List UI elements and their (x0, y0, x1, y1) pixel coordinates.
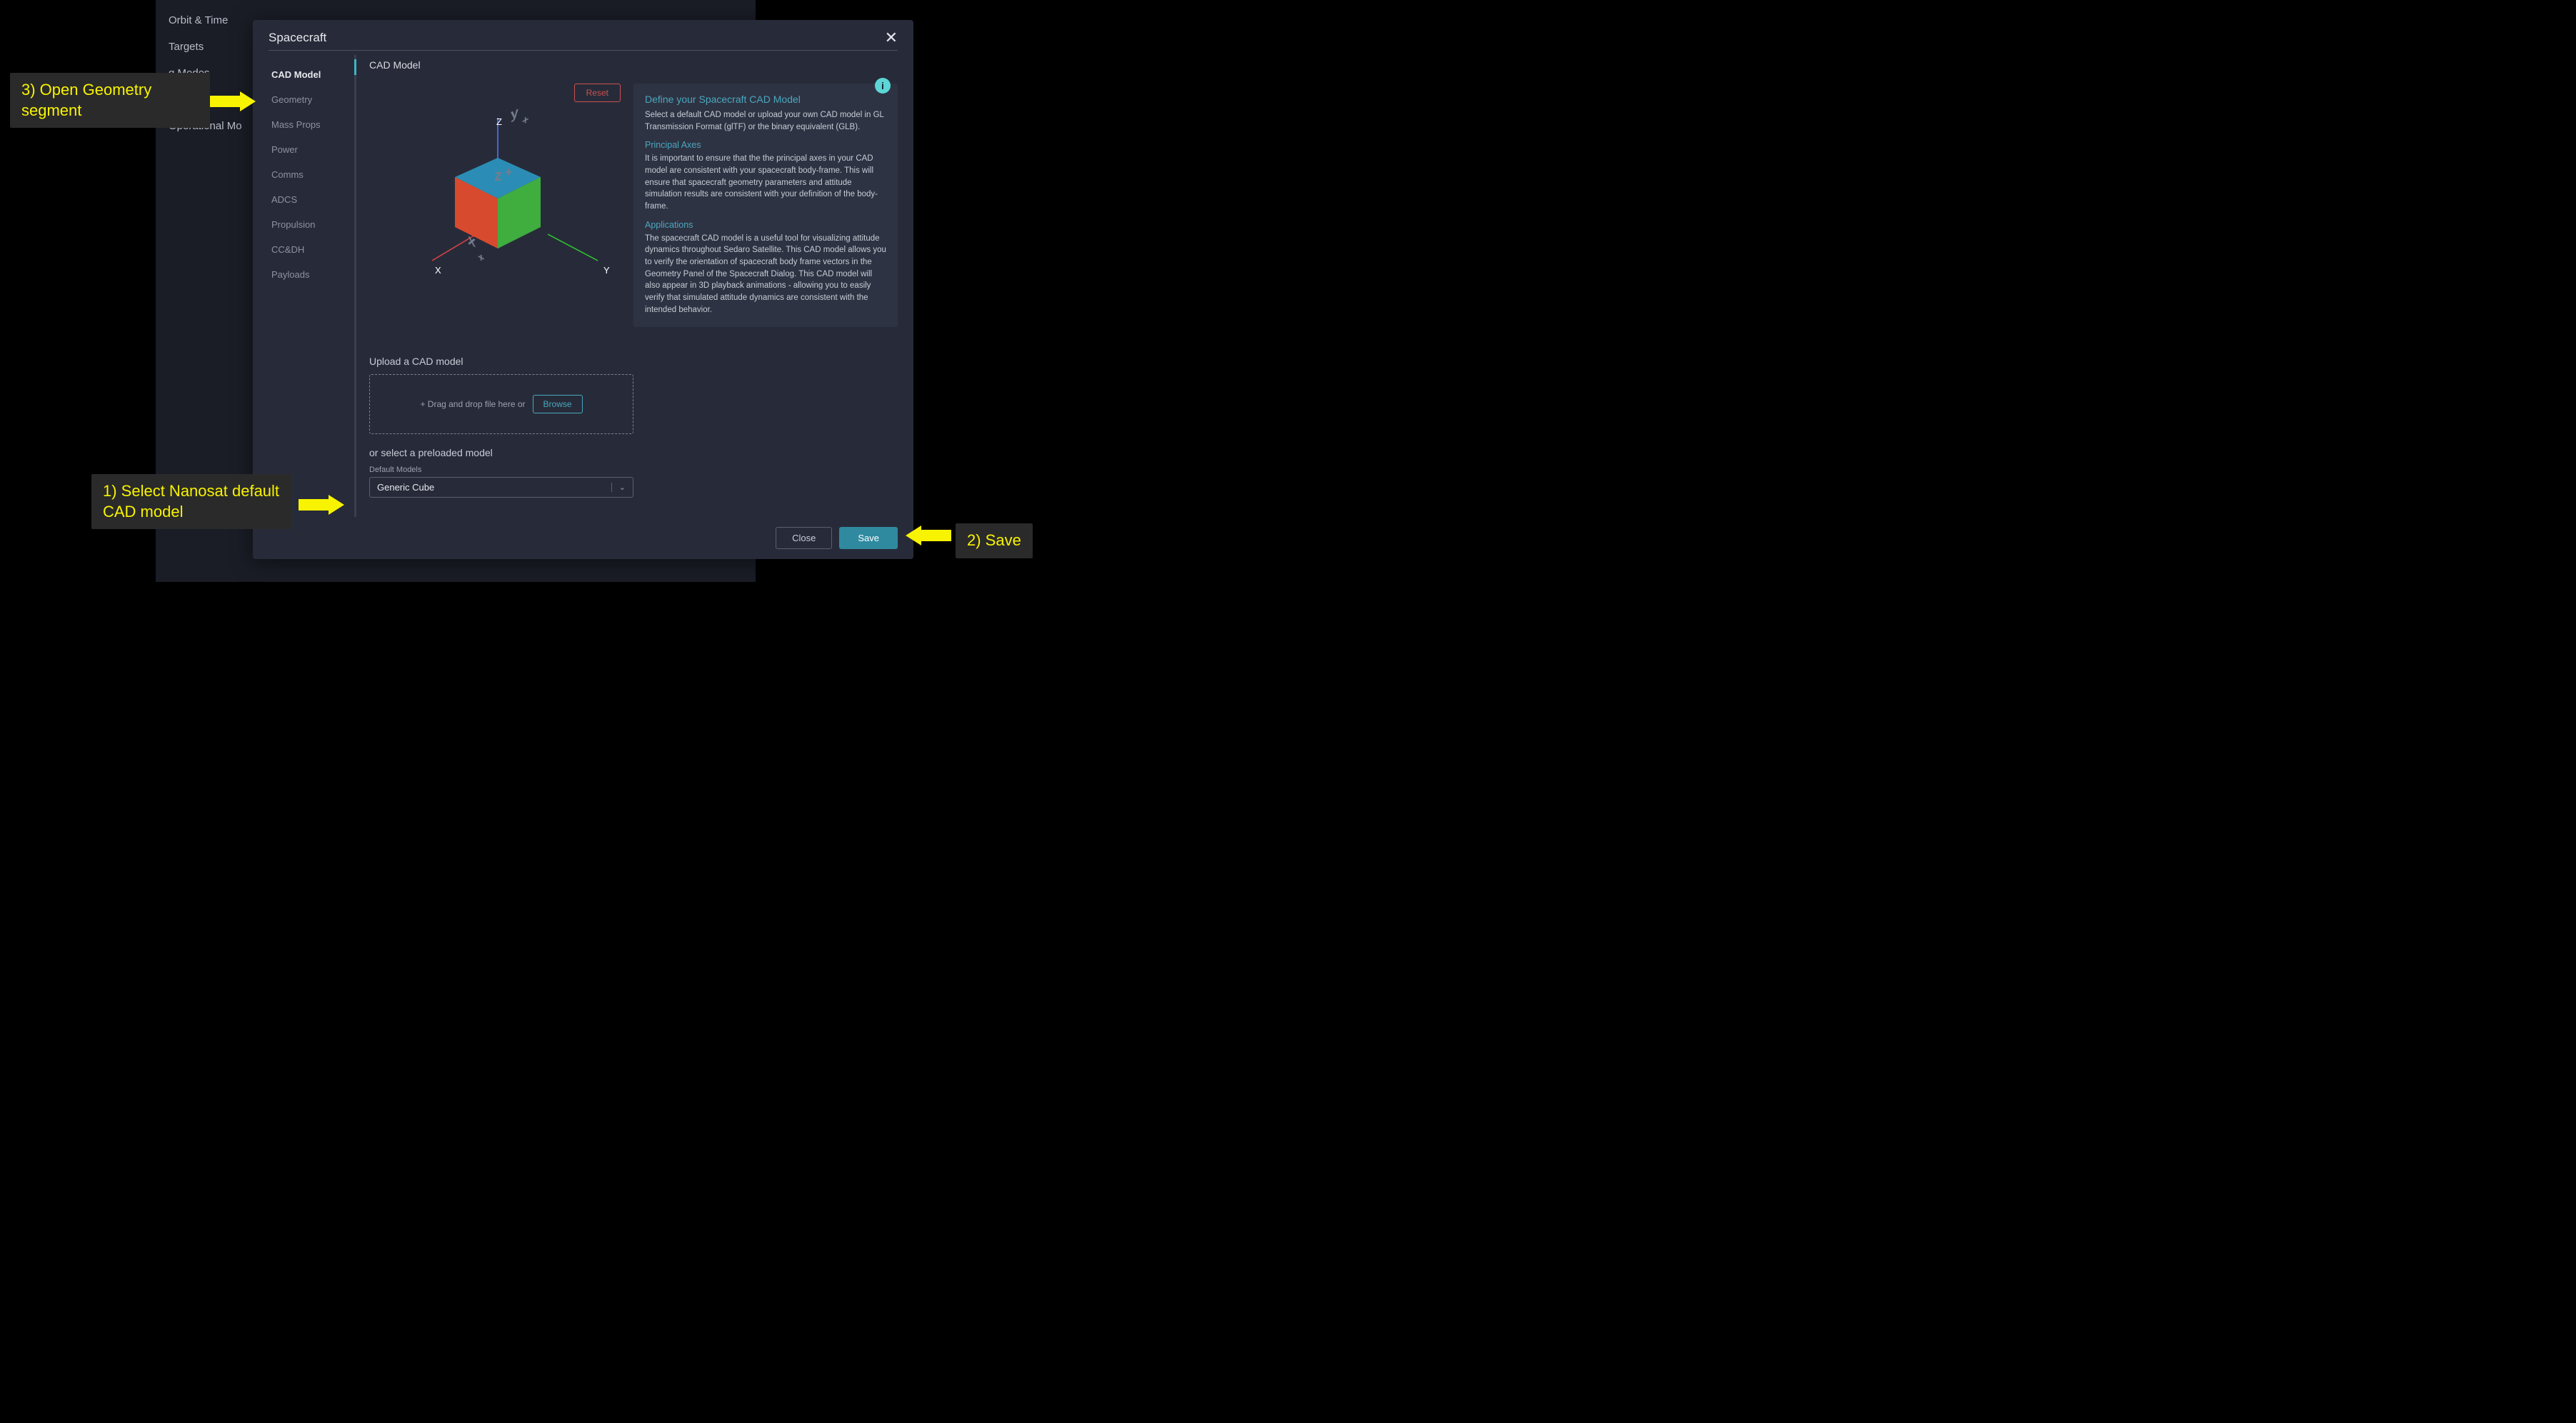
svg-text:x: x (468, 231, 476, 251)
close-icon[interactable]: ✕ (885, 30, 898, 46)
axis-x-label: X (435, 265, 441, 276)
default-models-label: Default Models (369, 466, 898, 474)
svg-text:+: + (478, 250, 484, 266)
axis-z-label: Z (496, 116, 502, 127)
dialog-title: Spacecraft (269, 31, 326, 45)
info-subheading-applications: Applications (645, 220, 886, 230)
dialog-header: Spacecraft ✕ (269, 30, 898, 51)
segment-nav: CAD Model Geometry Mass Props Power Comm… (269, 55, 354, 517)
info-heading: Define your Spacecraft CAD Model (645, 94, 886, 105)
drop-text: + Drag and drop file here or (420, 399, 525, 409)
annotation-step-2: 2) Save (956, 523, 1033, 558)
annotation-step-3: 3) Open Geometry segment (10, 73, 210, 128)
info-panel: i Define your Spacecraft CAD Model Selec… (633, 84, 898, 327)
axis-y-label: Y (603, 265, 610, 276)
cube-icon: z + x + y + (412, 109, 612, 288)
svg-text:z: z (494, 166, 502, 184)
spacecraft-dialog: Spacecraft ✕ CAD Model Geometry Mass Pro… (253, 20, 913, 559)
dialog-footer: Close Save (269, 517, 898, 549)
segment-cad-model[interactable]: CAD Model (269, 62, 354, 87)
svg-text:+: + (522, 112, 528, 129)
content-pane: CAD Model Reset z + (354, 55, 898, 517)
file-dropzone[interactable]: + Drag and drop file here or Browse (369, 374, 633, 434)
default-models-select[interactable]: Generic Cube ⌄ (369, 477, 633, 498)
accent-bar (354, 59, 356, 75)
segment-comms[interactable]: Comms (269, 162, 354, 187)
upload-section: Upload a CAD model + Drag and drop file … (369, 356, 898, 498)
upload-label: Upload a CAD model (369, 356, 898, 367)
or-label: or select a preloaded model (369, 447, 898, 458)
info-text: Select a default CAD model or upload you… (645, 109, 886, 133)
segment-geometry[interactable]: Geometry (269, 87, 354, 112)
segment-mass-props[interactable]: Mass Props (269, 112, 354, 137)
content-title: CAD Model (369, 59, 421, 71)
annotation-step-1: 1) Select Nanosat default CAD model (91, 474, 291, 529)
segment-propulsion[interactable]: Propulsion (269, 212, 354, 237)
save-button[interactable]: Save (839, 527, 898, 549)
info-icon[interactable]: i (875, 78, 891, 94)
segment-ccdh[interactable]: CC&DH (269, 237, 354, 262)
svg-text:y: y (511, 109, 518, 123)
info-subheading-axes: Principal Axes (645, 140, 886, 150)
chevron-down-icon: ⌄ (611, 483, 626, 492)
segment-payloads[interactable]: Payloads (269, 262, 354, 287)
dialog-body: CAD Model Geometry Mass Props Power Comm… (269, 55, 898, 517)
reset-button[interactable]: Reset (574, 84, 621, 102)
select-value: Generic Cube (377, 482, 434, 493)
cad-3d-viewport[interactable]: z + x + y + Z X Y (369, 109, 621, 295)
segment-power[interactable]: Power (269, 137, 354, 162)
info-text: The spacecraft CAD model is a useful too… (645, 233, 886, 316)
segment-adcs[interactable]: ADCS (269, 187, 354, 212)
close-button[interactable]: Close (776, 527, 832, 549)
info-text: It is important to ensure that the the p… (645, 153, 886, 212)
browse-button[interactable]: Browse (533, 395, 583, 413)
svg-text:+: + (505, 165, 513, 179)
